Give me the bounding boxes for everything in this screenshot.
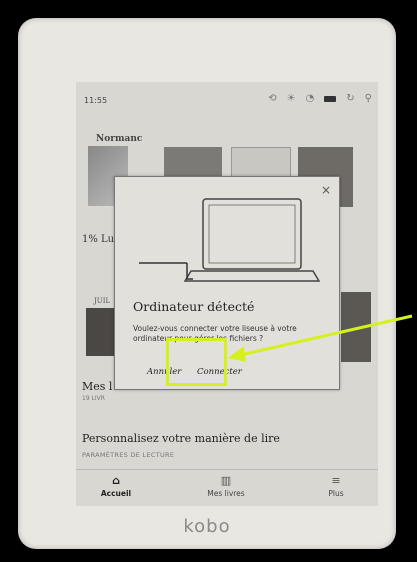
nav-home[interactable]: ⌂ Accueil xyxy=(76,474,156,498)
month-label: JUIL xyxy=(94,297,111,305)
book-cover[interactable] xyxy=(341,292,371,362)
battery-icon xyxy=(324,96,337,102)
nav-home-label: Accueil xyxy=(100,489,132,498)
dialog-message: Voulez-vous connecter votre liseuse à vo… xyxy=(133,324,297,343)
dialog-title: Ordinateur détecté xyxy=(133,299,255,314)
close-icon[interactable]: × xyxy=(321,183,331,197)
brightness-icon[interactable]: ☀ xyxy=(287,93,296,105)
connect-highlight-box xyxy=(166,338,227,386)
search-icon[interactable]: ⚲ xyxy=(365,93,372,105)
home-icon: ⌂ xyxy=(112,474,120,487)
status-icons: ⟲ ☀ ◔ ↻ ⚲ xyxy=(268,93,372,105)
nav-more-label: Plus xyxy=(328,489,344,498)
refresh-icon[interactable]: ↻ xyxy=(346,93,354,105)
clock: 11:55 xyxy=(84,96,108,105)
nav-books-label: Mes livres xyxy=(207,489,245,498)
menu-icon: ≡ xyxy=(331,474,341,487)
nav-my-books[interactable]: ▥ Mes livres xyxy=(186,474,266,498)
ereader-device: 11:55 ⟲ ☀ ◔ ↻ ⚲ Normanc 1% Lu JUIL Mes l… xyxy=(18,18,396,549)
shelf-count: 19 LIVR xyxy=(82,395,105,402)
personalize-subtitle: PARAMÈTRES DE LECTURE xyxy=(82,451,175,459)
personalize-title[interactable]: Personnalisez votre manière de lire xyxy=(82,432,280,445)
reading-progress: 1% Lu xyxy=(82,234,115,245)
books-icon: ▥ xyxy=(220,474,232,487)
ereader-screen: 11:55 ⟲ ☀ ◔ ↻ ⚲ Normanc 1% Lu JUIL Mes l… xyxy=(76,82,378,506)
shelf-title[interactable]: Mes l xyxy=(82,380,112,393)
laptop-illustration xyxy=(139,198,321,282)
bottom-nav: ⌂ Accueil ▥ Mes livres ≡ Plus xyxy=(76,469,378,506)
status-bar: 11:55 ⟲ ☀ ◔ ↻ ⚲ xyxy=(76,82,378,122)
sync-icon[interactable]: ⟲ xyxy=(268,93,276,105)
series-title: Normanc xyxy=(96,134,143,144)
wifi-icon[interactable]: ◔ xyxy=(306,93,315,105)
nav-more[interactable]: ≡ Plus xyxy=(296,474,376,498)
computer-detected-dialog: × Ordinateur détecté Voulez-vous connect… xyxy=(114,176,340,390)
kobo-logo: kobo xyxy=(183,516,231,537)
